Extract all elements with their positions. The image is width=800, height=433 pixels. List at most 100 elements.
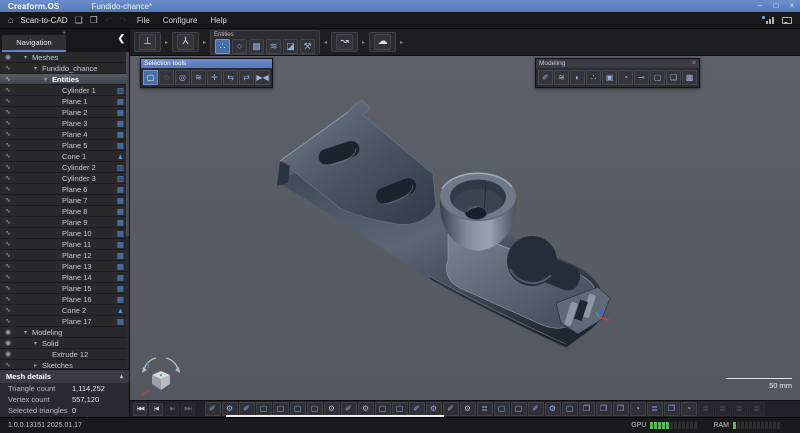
modeling-palette[interactable]: Modeling × ✐≋◐∴▣◔⊸▢❏▩ [535, 58, 700, 88]
tab-navigation[interactable]: Navigation [2, 35, 66, 52]
fillet-icon[interactable]: ▢ [511, 402, 527, 416]
expander-icon[interactable]: ▾ [34, 340, 42, 347]
extrude-icon[interactable]: ✐ [528, 402, 544, 416]
fillet-icon[interactable]: ▢ [494, 402, 510, 416]
extrude-icon[interactable]: ✐ [443, 402, 459, 416]
vertices-tool-icon[interactable]: ∴ [215, 39, 230, 54]
gear-icon[interactable]: ⚙ [460, 402, 476, 416]
tree-item-plane-3[interactable]: ∿Plane 3▦ [0, 118, 129, 129]
tree-item-plane-9[interactable]: ∿Plane 9▦ [0, 217, 129, 228]
tree-item-plane-14[interactable]: ∿Plane 14▦ [0, 272, 129, 283]
eye-icon[interactable]: ◉ [5, 350, 11, 358]
layers-stack-icon[interactable]: ≣ [732, 402, 748, 416]
add-tab-icon[interactable]: + [62, 30, 66, 37]
selection-tools-palette[interactable]: Selection tools ▢◌◎≋✛⇆⇄▶◀ [140, 58, 273, 88]
maximize-icon[interactable]: □ [768, 0, 784, 12]
wave-icon[interactable]: ∿ [5, 97, 11, 105]
fillet-icon[interactable]: ▢ [256, 402, 272, 416]
wave-icon[interactable]: ∿ [5, 240, 11, 248]
wave-icon[interactable]: ∿ [5, 141, 11, 149]
export-document-icon[interactable]: ❐ [90, 16, 98, 25]
tree-item-fundido_chance[interactable]: ∿▾Fundido_chance [0, 63, 129, 74]
tree-item-sketches[interactable]: ∿▸Sketches [0, 360, 129, 369]
expander-icon[interactable]: ▾ [24, 329, 32, 336]
wave-icon[interactable]: ∿ [5, 273, 11, 281]
step-forward-icon[interactable]: ▶| [165, 403, 179, 416]
wave-icon[interactable]: ∿ [5, 119, 11, 127]
tree-item-solid[interactable]: ◉▾Solid [0, 338, 129, 349]
sweep-icon[interactable]: ◐ [570, 70, 585, 85]
tree-item-plane-4[interactable]: ∿Plane 4▦ [0, 129, 129, 140]
wave-icon[interactable]: ∿ [5, 196, 11, 204]
connection-signal-icon[interactable] [762, 17, 774, 24]
tree-item-modeling[interactable]: ◉▾Modeling [0, 327, 129, 338]
tree-item-plane-12[interactable]: ∿Plane 12▦ [0, 250, 129, 261]
wave-icon[interactable]: ∿ [5, 229, 11, 237]
expander-icon[interactable]: ▾ [34, 65, 42, 72]
caret-up-icon[interactable]: ▴ [120, 373, 123, 380]
fillet-icon[interactable]: ▢ [392, 402, 408, 416]
redo-icon[interactable]: ↷ [119, 16, 127, 25]
pattern-icon[interactable]: ∴ [586, 70, 601, 85]
tree-item-cone-1[interactable]: ∿Cone 1▲ [0, 151, 129, 162]
surface-tool-icon[interactable]: ◪ [283, 39, 298, 54]
tree-item-plane-13[interactable]: ∿Plane 13▦ [0, 261, 129, 272]
mesh-cloud-tool-icon[interactable]: ☁ [374, 34, 391, 50]
wave-icon[interactable]: ∿ [5, 130, 11, 138]
loft-icon[interactable]: ≋ [554, 70, 569, 85]
tree-item-meshes[interactable]: ◉▾Meshes [0, 52, 129, 63]
wave-icon[interactable]: ∿ [5, 174, 11, 182]
circle-sel-icon[interactable]: ◎ [175, 70, 190, 85]
minimize-icon[interactable]: – [752, 0, 768, 12]
tree-item-cylinder-2[interactable]: ∿Cylinder 2▥ [0, 162, 129, 173]
selection-tools-titlebar[interactable]: Selection tools [141, 59, 272, 68]
gear-icon[interactable]: ⚙ [358, 402, 374, 416]
extrude-icon[interactable]: ✐ [239, 402, 255, 416]
fillet-icon[interactable]: ▢ [650, 70, 665, 85]
wave-icon[interactable]: ∿ [5, 86, 11, 94]
mirror-icon[interactable]: ▶◀ [255, 70, 270, 85]
wave-icon[interactable]: ∿ [5, 185, 11, 193]
eye-icon[interactable]: ◉ [5, 339, 11, 347]
gear-icon[interactable]: ⚙ [545, 402, 561, 416]
nudge-right-icon[interactable]: ⇄ [239, 70, 254, 85]
fillet-icon[interactable]: ▢ [273, 402, 289, 416]
wave-icon[interactable]: ∿ [5, 75, 11, 83]
layers-stack-icon[interactable]: ≣ [749, 402, 765, 416]
tree-item-plane-7[interactable]: ∿Plane 7▦ [0, 195, 129, 206]
expand-group-icon[interactable]: ▸ [362, 39, 365, 46]
wave-icon[interactable]: ∿ [5, 108, 11, 116]
layers-stack-icon[interactable]: ≣ [698, 402, 714, 416]
step-back-icon[interactable]: |◀ [149, 403, 163, 416]
extrude-icon[interactable]: ✐ [538, 70, 553, 85]
align-tool-icon[interactable]: ⊥ [139, 34, 156, 50]
compare-icon[interactable]: ▩ [682, 70, 697, 85]
skip-start-icon[interactable]: |◀◀ [133, 403, 147, 416]
move-icon[interactable]: ✛ [207, 70, 222, 85]
gear-icon[interactable]: ⚙ [222, 402, 238, 416]
expand-group-icon[interactable]: ▸ [203, 39, 206, 46]
extrude-icon[interactable]: ✐ [409, 402, 425, 416]
tree-item-plane-17[interactable]: ∿Plane 17▦ [0, 316, 129, 327]
freeform-sel-icon[interactable]: ◌ [159, 70, 174, 85]
eye-icon[interactable]: ◉ [5, 53, 11, 61]
viewport-3d[interactable]: Selection tools ▢◌◎≋✛⇆⇄▶◀ Modeling × ✐≋◐… [130, 56, 800, 400]
hammer-tool-icon[interactable]: ⚒ [300, 39, 315, 54]
axes-tool-icon[interactable]: ⅄ [177, 34, 194, 50]
layers-stack-icon[interactable]: ≣ [477, 402, 493, 416]
expander-icon[interactable]: ▸ [34, 362, 42, 369]
doc-arrow-icon[interactable]: ❐ [664, 402, 680, 416]
home-icon[interactable]: ⌂ [8, 16, 13, 25]
tree-item-entities[interactable]: ∿▾Entities [0, 74, 129, 85]
doc-arrow-icon[interactable]: ❐ [596, 402, 612, 416]
expander-icon[interactable]: ▾ [44, 76, 52, 83]
fillet-icon[interactable]: ▢ [375, 402, 391, 416]
wave-icon[interactable]: ∿ [5, 317, 11, 325]
fillet-icon[interactable]: ▢ [562, 402, 578, 416]
wave-icon[interactable]: ∿ [5, 64, 11, 72]
extrude-icon[interactable]: ✐ [341, 402, 357, 416]
menu-configure[interactable]: Configure [160, 16, 201, 25]
tree-item-plane-6[interactable]: ∿Plane 6▦ [0, 184, 129, 195]
tree-item-cylinder-3[interactable]: ∿Cylinder 3▥ [0, 173, 129, 184]
expander-icon[interactable]: ▾ [24, 54, 32, 61]
